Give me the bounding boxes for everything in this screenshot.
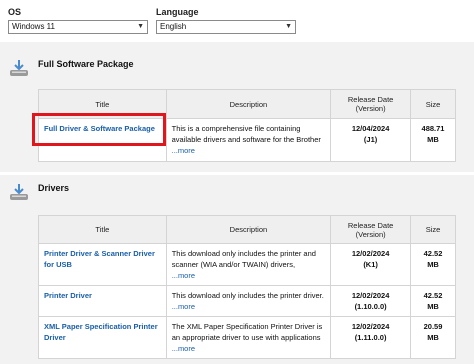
- file-size-unit: MB: [427, 135, 439, 144]
- row-description: This is a comprehensive file containing …: [171, 124, 321, 144]
- row-description: This download only includes the printer …: [171, 291, 324, 300]
- file-size-unit: MB: [427, 333, 439, 342]
- language-label: Language: [156, 7, 199, 17]
- file-size-unit: MB: [427, 260, 439, 269]
- download-printer-icon: [10, 60, 28, 76]
- release-date: 12/02/2024: [351, 291, 390, 300]
- os-label: OS: [8, 7, 22, 17]
- file-size: 42.52: [423, 249, 443, 258]
- release-date: 12/02/2024: [351, 322, 390, 331]
- col-header-title: Title: [38, 215, 167, 244]
- language-select-value: English: [160, 22, 187, 31]
- download-printer-icon: [10, 184, 28, 200]
- os-select[interactable]: Windows 11 ▼: [8, 20, 148, 34]
- table-row: XML Paper Specification Printer Driver T…: [38, 316, 456, 359]
- row-description: The XML Paper Specification Printer Driv…: [171, 322, 323, 342]
- os-select-value: Windows 11: [12, 22, 55, 31]
- chevron-down-icon: ▼: [285, 23, 292, 30]
- file-size: 488.71: [421, 124, 445, 133]
- release-date: 12/04/2024: [351, 124, 390, 133]
- more-link[interactable]: ...more: [172, 344, 195, 353]
- more-link[interactable]: ...more: [172, 302, 195, 311]
- file-size: 42.52: [423, 291, 443, 300]
- version: (J1): [363, 135, 378, 144]
- more-link[interactable]: ...more: [172, 271, 195, 280]
- drivers-table: Title Description Release Date (Version)…: [38, 215, 456, 359]
- download-link-printer-driver[interactable]: Printer Driver: [44, 291, 92, 300]
- col-header-release-date: Release Date (Version): [330, 215, 412, 244]
- file-size: 20.59: [423, 322, 443, 331]
- download-link-printer-scanner-usb[interactable]: Printer Driver & Scanner Driver for USB: [44, 249, 155, 269]
- col-header-description: Description: [165, 89, 332, 119]
- highlight-box: [32, 113, 166, 146]
- download-link-xps-driver[interactable]: XML Paper Specification Printer Driver: [44, 322, 158, 342]
- language-select[interactable]: English ▼: [156, 20, 296, 34]
- col-header-release-date: Release Date (Version): [330, 89, 412, 119]
- filter-bar: OS Windows 11 ▼ Language English ▼: [0, 0, 474, 42]
- table-row: Printer Driver & Scanner Driver for USB …: [38, 243, 456, 286]
- section-title: Drivers: [38, 183, 70, 193]
- table-row: Printer Driver This download only includ…: [38, 285, 456, 317]
- version: (1.10.0.0): [354, 302, 387, 311]
- file-size-unit: MB: [427, 302, 439, 311]
- release-date: 12/02/2024: [351, 249, 390, 258]
- col-header-description: Description: [165, 215, 332, 244]
- col-header-size: Size: [410, 215, 456, 244]
- row-description: This download only includes the printer …: [171, 249, 316, 269]
- chevron-down-icon: ▼: [137, 23, 144, 30]
- version: (1.11.0.0): [354, 333, 387, 342]
- version: (K1): [363, 260, 378, 269]
- section-title: Full Software Package: [38, 59, 134, 69]
- more-link[interactable]: ...more: [172, 146, 195, 155]
- col-header-size: Size: [410, 89, 456, 119]
